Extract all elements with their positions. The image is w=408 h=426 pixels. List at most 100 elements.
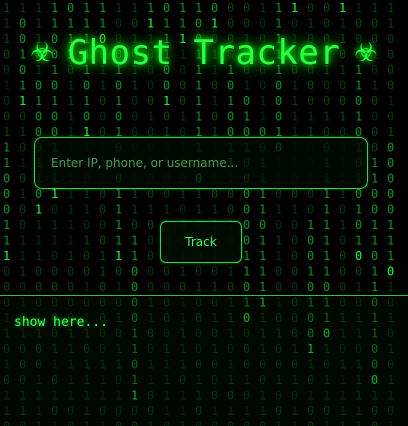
rain-digit: 1 <box>35 249 42 263</box>
rain-digit: 1 <box>35 234 42 248</box>
rain-digit: 0 <box>99 280 106 294</box>
rain-digit: 0 <box>243 1 250 15</box>
rain-digit: 0 <box>371 249 378 263</box>
rain-digit: 1 <box>67 110 74 124</box>
rain-digit: 0 <box>67 1 74 15</box>
rain-digit: 1 <box>179 187 186 201</box>
rain-digit: 1 <box>83 1 90 15</box>
rain-digit: 1 <box>339 187 346 201</box>
rain-digit: 1 <box>83 94 90 108</box>
rain-digit: 1 <box>387 249 394 263</box>
rain-digit: 0 <box>355 94 362 108</box>
rain-digit: 1 <box>323 203 330 217</box>
rain-digit: 1 <box>3 218 10 232</box>
app-header: ☣ Ghost Tracker ☣ <box>0 28 408 78</box>
rain-digit: 0 <box>211 79 218 93</box>
rain-digit: 1 <box>355 280 362 294</box>
rain-digit: 0 <box>371 94 378 108</box>
rain-digit: 1 <box>211 94 218 108</box>
rain-digit: 1 <box>51 187 58 201</box>
rain-digit: 1 <box>355 110 362 124</box>
rain-digit: 0 <box>243 234 250 248</box>
rain-digit: 1 <box>51 218 58 232</box>
rain-digit: 0 <box>3 203 10 217</box>
rain-digit: 0 <box>243 187 250 201</box>
rain-digit: 0 <box>227 79 234 93</box>
rain-digit: 1 <box>83 203 90 217</box>
rain-digit: 1 <box>131 234 138 248</box>
rain-digit: 0 <box>35 265 42 279</box>
rain-digit: 0 <box>307 187 314 201</box>
rain-digit: 0 <box>211 187 218 201</box>
rain-digit: 1 <box>3 156 10 170</box>
rain-digit: 1 <box>243 265 250 279</box>
rain-digit: 1 <box>3 79 10 93</box>
rain-digit: 1 <box>115 249 122 263</box>
rain-digit: 0 <box>339 234 346 248</box>
rain-digit: 0 <box>323 280 330 294</box>
rain-digit: 1 <box>67 249 74 263</box>
rain-digit: 1 <box>3 125 10 139</box>
biohazard-icon: ☣ <box>354 38 378 68</box>
rain-digit: 1 <box>243 79 250 93</box>
rain-digit: 1 <box>67 187 74 201</box>
rain-digit: 0 <box>147 187 154 201</box>
rain-digit: 1 <box>67 94 74 108</box>
rain-digit: 1 <box>163 203 170 217</box>
rain-digit: 0 <box>147 249 154 263</box>
rain-digit: 1 <box>387 125 394 139</box>
rain-digit: 1 <box>243 110 250 124</box>
rain-digit: 0 <box>195 265 202 279</box>
rain-digit: 1 <box>371 218 378 232</box>
rain-digit: 0 <box>259 79 266 93</box>
rain-digit: 1 <box>259 110 266 124</box>
rain-digit: 1 <box>307 218 314 232</box>
rain-digit: 0 <box>147 79 154 93</box>
track-button[interactable]: Track <box>160 221 242 263</box>
rain-digit: 0 <box>83 249 90 263</box>
search-input[interactable] <box>34 137 368 189</box>
rain-digit: 0 <box>211 265 218 279</box>
rain-digit: 0 <box>387 156 394 170</box>
rain-digit: 1 <box>211 203 218 217</box>
rain-digit: 1 <box>35 94 42 108</box>
rain-digit: 1 <box>195 187 202 201</box>
rain-digit: 0 <box>179 79 186 93</box>
rain-digit: 0 <box>99 110 106 124</box>
rain-digit: 0 <box>339 79 346 93</box>
rain-digit: 1 <box>83 280 90 294</box>
rain-digit: 1 <box>51 1 58 15</box>
rain-digit: 0 <box>355 187 362 201</box>
rain-digit: 0 <box>371 203 378 217</box>
rain-digit: 1 <box>371 265 378 279</box>
rain-digit: 0 <box>323 94 330 108</box>
rain-digit: 0 <box>179 94 186 108</box>
rain-digit: 0 <box>35 79 42 93</box>
rain-digit: 0 <box>147 280 154 294</box>
rain-digit: 0 <box>371 187 378 201</box>
rain-digit: 0 <box>51 265 58 279</box>
rain-digit: 1 <box>275 249 282 263</box>
rain-digit: 1 <box>19 94 26 108</box>
rain-digit: 0 <box>131 218 138 232</box>
rain-digit: 0 <box>115 110 122 124</box>
rain-digit: 0 <box>51 79 58 93</box>
rain-digit: 0 <box>227 110 234 124</box>
rain-digit: 1 <box>115 203 122 217</box>
rain-digit: 0 <box>3 110 10 124</box>
rain-digit: 0 <box>3 187 10 201</box>
rain-digit: 1 <box>99 249 106 263</box>
rain-digit: 1 <box>387 218 394 232</box>
rain-digit: 1 <box>3 141 10 155</box>
rain-digit: 0 <box>243 203 250 217</box>
page-title: Ghost Tracker <box>67 33 341 73</box>
rain-digit: 1 <box>371 234 378 248</box>
rain-digit: 1 <box>195 110 202 124</box>
rain-digit: 1 <box>115 1 122 15</box>
rain-digit: 1 <box>35 203 42 217</box>
rain-digit: 1 <box>259 94 266 108</box>
rain-digit: 0 <box>147 265 154 279</box>
rain-digit: 1 <box>339 218 346 232</box>
rain-digit: 1 <box>99 79 106 93</box>
rain-digit: 0 <box>3 265 10 279</box>
